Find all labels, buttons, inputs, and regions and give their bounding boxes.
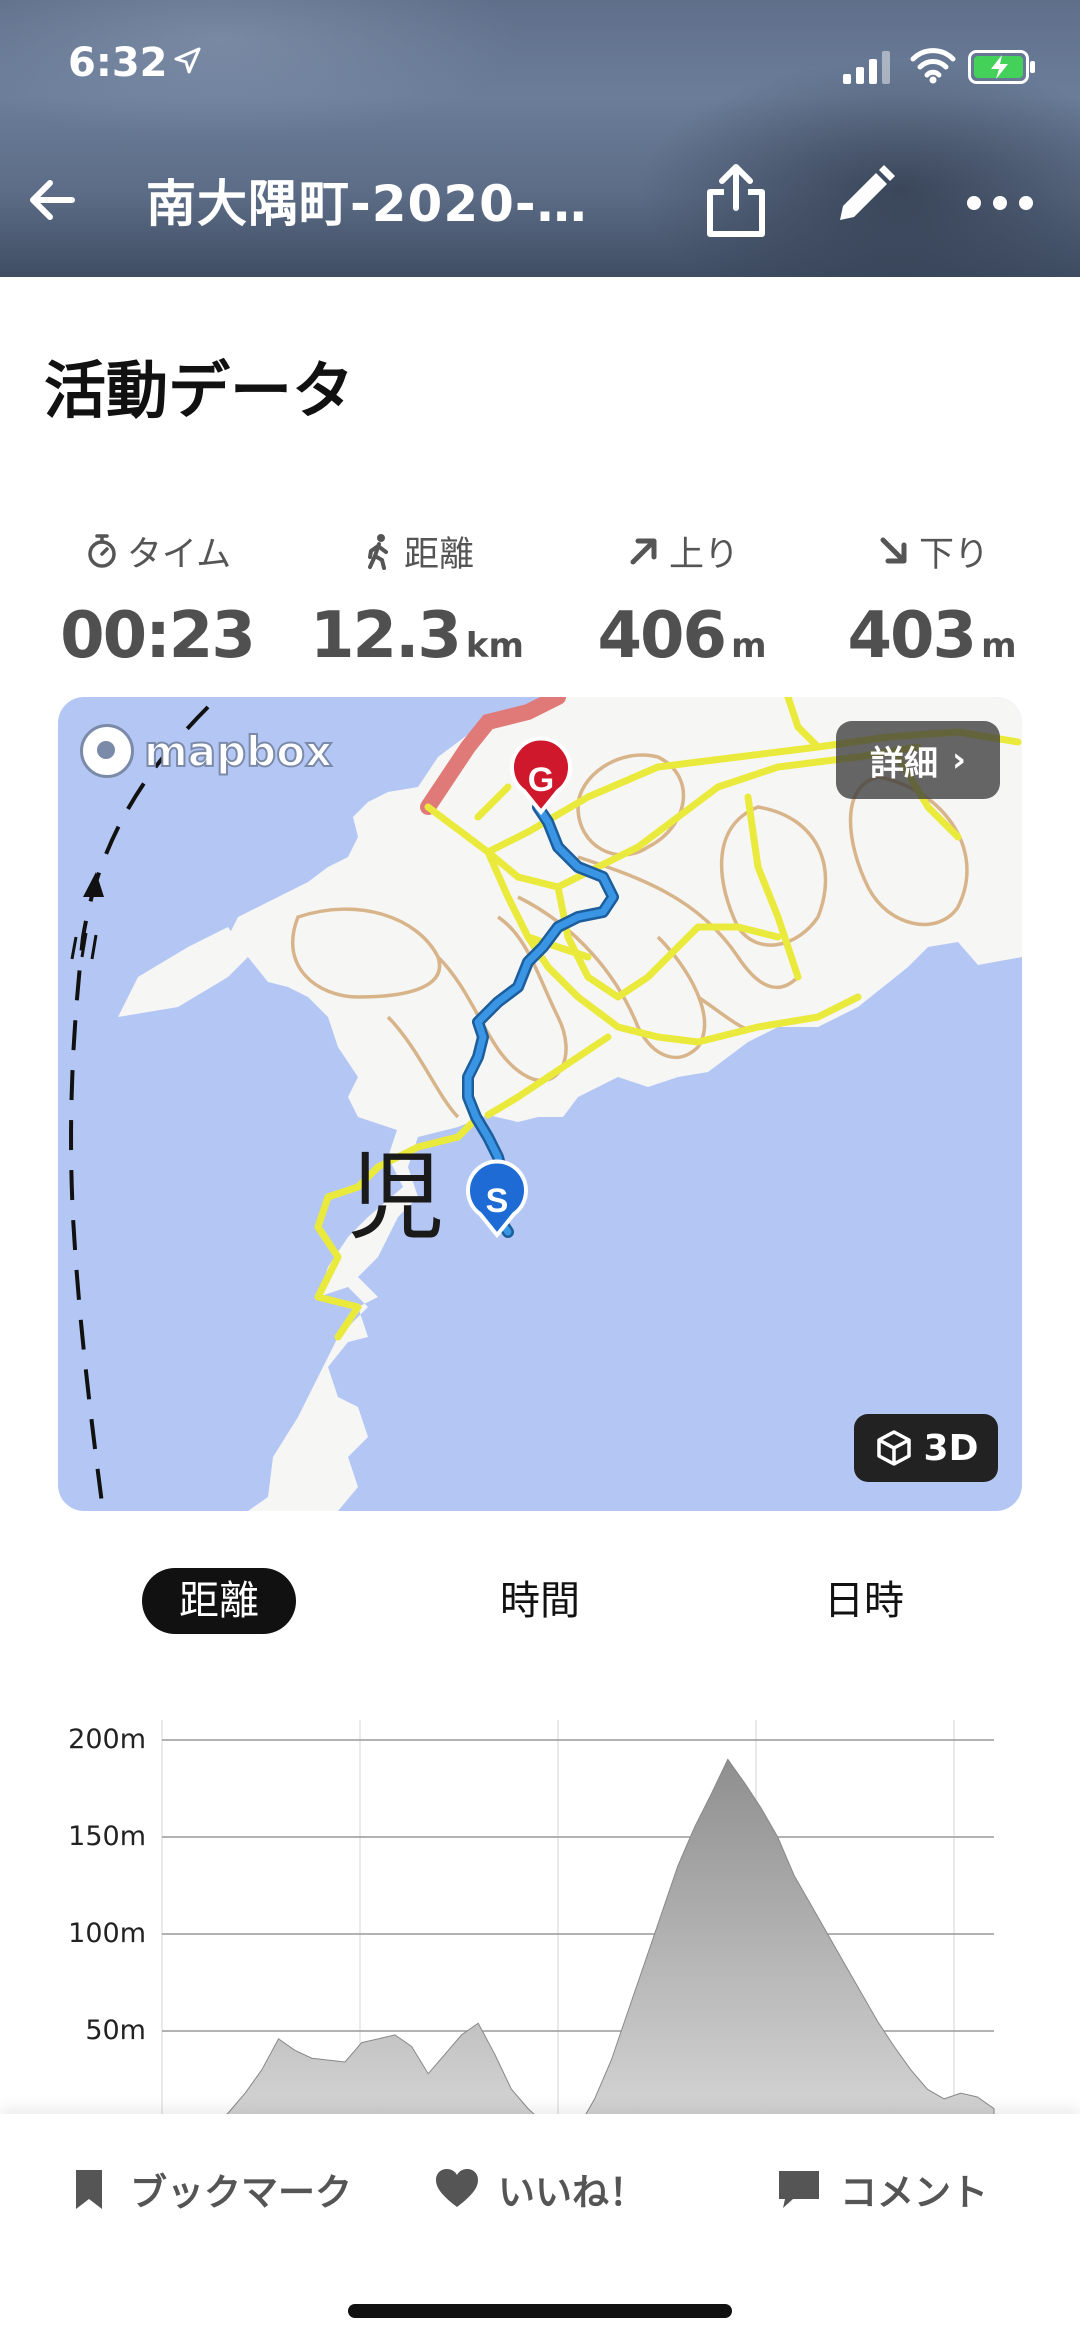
map-boundary-arrow xyxy=(83,872,104,897)
mapbox-attribution: mapbox xyxy=(80,719,333,783)
page-title: 南大隅町-2020-… xyxy=(146,175,588,233)
header: 6:32 南大隅町-2020-… xyxy=(0,0,1080,277)
heart-icon xyxy=(436,2169,478,2207)
stat-ascent-value: 406 xyxy=(597,599,727,673)
stat-time: タイム 00:23 xyxy=(44,525,270,685)
map-detail-label: 詳細 xyxy=(869,743,938,784)
route-map[interactable]: G S 児 mapbox 詳細 › 3D xyxy=(58,697,1022,1511)
stopwatch-icon xyxy=(88,534,116,568)
cube-icon xyxy=(876,1430,911,1466)
segment-distance[interactable]: 距離 xyxy=(142,1568,296,1634)
stat-distance-unit: km xyxy=(465,626,524,666)
map-3d-label: 3D xyxy=(923,1427,979,1469)
goal-marker-label: G xyxy=(528,761,554,799)
stat-descent-unit: m xyxy=(981,626,1017,666)
back-arrow-icon[interactable] xyxy=(22,170,82,230)
cell-signal-icon xyxy=(843,51,890,84)
walker-icon xyxy=(367,534,388,570)
stat-ascent-label: 上り xyxy=(668,534,739,575)
stat-distance-value: 12.3 xyxy=(310,599,462,673)
wifi-icon xyxy=(910,48,956,84)
arrow-down-right-icon xyxy=(880,537,907,564)
bookmark-label: ブックマーク xyxy=(130,2171,352,2214)
comment-label: コメント xyxy=(840,2171,988,2214)
activity-stats: タイム 00:23 距離 12.3 km 上り 406 m 下り 403 m xyxy=(0,525,1080,685)
segment-datetime[interactable]: 日時 xyxy=(784,1568,944,1634)
segment-time[interactable]: 時間 xyxy=(460,1568,620,1634)
map-boundary-ticks xyxy=(70,932,98,960)
navigation-bar: 南大隅町-2020-… xyxy=(0,150,1080,250)
section-title: 活動データ xyxy=(44,354,355,427)
battery-charging-icon xyxy=(968,50,1035,84)
pencil-icon[interactable] xyxy=(832,162,898,228)
like-label: いいね！ xyxy=(498,2171,646,2214)
elevation-plot xyxy=(161,1720,995,2120)
stat-descent: 下り 403 m xyxy=(822,525,1042,685)
elevation-chart: 200m 150m 100m 50m xyxy=(0,1700,1080,2120)
stat-ascent: 上り 406 m xyxy=(572,525,792,685)
chart-axis-selector: 距離 時間 日時 xyxy=(0,1568,1080,1638)
stat-descent-value: 403 xyxy=(847,599,977,673)
map-detail-button[interactable]: 詳細 › xyxy=(836,721,1000,799)
bookmark-icon xyxy=(76,2170,102,2209)
elevation-area xyxy=(161,1758,995,2120)
status-time: 6:32 xyxy=(68,40,168,86)
arrow-up-right-icon xyxy=(630,538,657,565)
map-boundary xyxy=(69,705,210,1511)
mapbox-logo-text: mapbox xyxy=(143,726,333,777)
map-place-label: 児 xyxy=(348,1141,444,1253)
bookmark-button[interactable]: ブックマーク xyxy=(66,2154,352,2224)
mapbox-logo-icon xyxy=(80,724,134,778)
more-dots-icon[interactable] xyxy=(960,178,1040,228)
chevron-right-icon: › xyxy=(951,740,966,780)
stat-descent-label: 下り xyxy=(918,534,989,575)
map-islet xyxy=(118,927,248,1017)
start-marker-label: S xyxy=(486,1182,509,1220)
comment-button[interactable]: コメント xyxy=(776,2154,988,2224)
map-canvas[interactable]: G S xyxy=(58,697,1022,1511)
stat-time-label: タイム xyxy=(126,534,232,575)
comment-icon xyxy=(779,2171,819,2208)
action-bar: ブックマーク いいね！ コメント xyxy=(0,2114,1080,2338)
stat-ascent-unit: m xyxy=(731,626,767,666)
stat-distance-label: 距離 xyxy=(403,534,474,575)
share-icon[interactable] xyxy=(700,160,772,240)
status-bar: 6:32 xyxy=(0,0,1080,130)
stat-time-value: 00:23 xyxy=(60,599,256,673)
start-marker[interactable]: S xyxy=(466,1159,528,1239)
home-indicator xyxy=(348,2304,732,2318)
stat-distance: 距離 12.3 km xyxy=(300,525,534,685)
map-3d-button[interactable]: 3D xyxy=(854,1414,998,1482)
like-button[interactable]: いいね！ xyxy=(434,2154,646,2224)
location-arrow-icon xyxy=(174,47,201,74)
